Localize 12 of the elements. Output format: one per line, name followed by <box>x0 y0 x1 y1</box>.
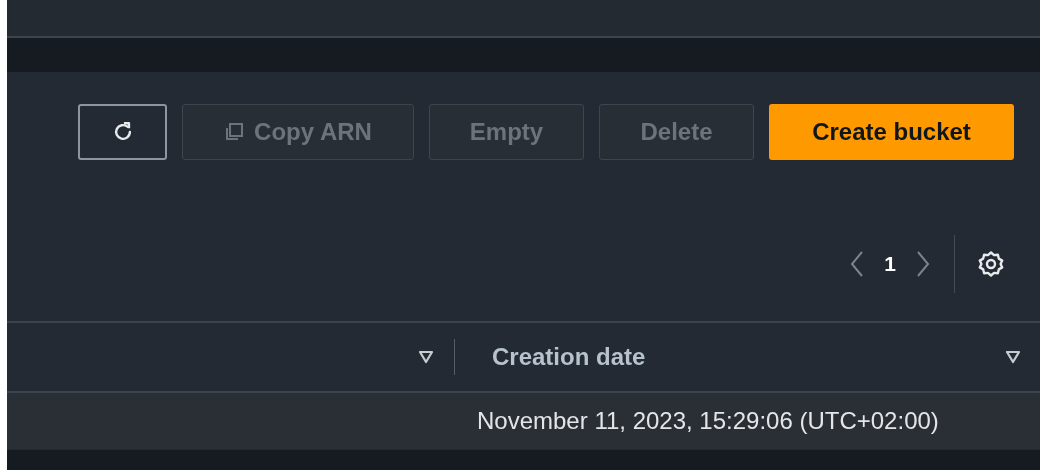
copy-icon <box>224 122 245 142</box>
table-cell: November 11, 2023, 15:29:06 (UTC+02:00) <box>477 407 939 435</box>
refresh-button[interactable] <box>78 104 167 160</box>
column-header[interactable]: Creation date <box>492 343 646 371</box>
sort-icon[interactable] <box>418 350 434 364</box>
page-number[interactable]: 1 <box>880 252 900 276</box>
create-bucket-button[interactable]: Create bucket <box>769 104 1014 160</box>
chevron-right-icon <box>915 250 931 278</box>
settings-button[interactable] <box>977 250 1005 278</box>
sort-icon[interactable] <box>1005 350 1021 364</box>
chevron-left-icon <box>849 250 866 278</box>
settings-icon <box>977 250 1005 278</box>
